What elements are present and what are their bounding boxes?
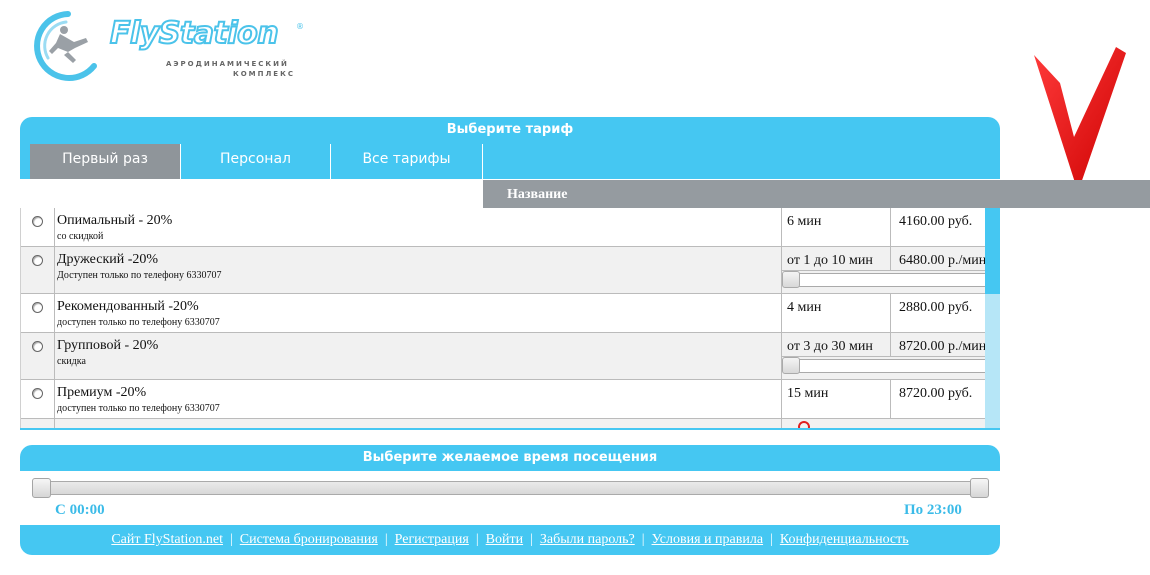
brand-subtitle-line2: КОМПЛЕКС: [233, 70, 295, 78]
tab-all-tariffs[interactable]: Все тарифы: [331, 144, 483, 179]
time-range-slider[interactable]: [35, 481, 985, 495]
tariff-name-cell: Групповой - 20% скидка: [54, 333, 782, 379]
tariff-list[interactable]: Опимальный - 20% со скидкой 6 мин 4160.0…: [20, 208, 1000, 429]
footer-link-terms[interactable]: Условия и правила: [652, 532, 763, 547]
tariff-row[interactable]: Опимальный - 20% со скидкой 6 мин 4160.0…: [21, 208, 986, 247]
tariff-duration: 4 мин: [782, 294, 891, 333]
tariff-price: 2880.00 руб.: [899, 300, 973, 315]
duration-slider-handle[interactable]: [782, 357, 800, 374]
tariff-radio[interactable]: [32, 388, 43, 399]
tariff-name: Рекомендованный -20%: [57, 299, 199, 314]
tariff-name-cell: Дружеский -20% Доступен только по телефо…: [54, 247, 782, 293]
brand-name: FlyStation: [109, 15, 280, 52]
duration-slider[interactable]: [782, 271, 986, 288]
footer-separator: |: [641, 532, 645, 547]
footer-link-forgot-password[interactable]: Забыли пароль?: [540, 532, 635, 547]
footer-separator: |: [770, 532, 773, 547]
tariff-radio[interactable]: [32, 302, 43, 313]
time-panel-title: Выберите желаемое время посещения: [20, 445, 1000, 471]
time-range-start-handle[interactable]: [32, 478, 51, 498]
tariff-list-bottom-border: [20, 428, 1000, 430]
tariff-duration: от 3 до 30 мин: [782, 333, 891, 357]
tariff-radio[interactable]: [32, 216, 43, 227]
tariff-note: Доступен только по телефону 6330707: [57, 270, 222, 281]
tariff-price: 6480.00 р./мин: [891, 247, 986, 271]
skydiver-emblem-icon: [34, 11, 97, 81]
tariff-duration: 6 мин: [782, 208, 891, 247]
tariff-price: 8720.00 р./мин: [891, 333, 986, 357]
footer-separator: |: [229, 532, 233, 547]
tariff-row[interactable]: Дружеский -20% Доступен только по телефо…: [21, 247, 986, 294]
tab-first-time[interactable]: Первый раз: [30, 144, 181, 179]
tariff-tabs: Первый раз Персонал Все тарифы: [20, 143, 1000, 179]
tariff-radio[interactable]: [32, 341, 43, 352]
footer-link-registration[interactable]: Регистрация: [395, 532, 469, 547]
tariff-note: со скидкой: [57, 231, 104, 242]
tariff-list-scroll-thumb[interactable]: [985, 208, 1000, 294]
footer-links: Сайт FlyStation.net | Система бронирования…: [20, 525, 1000, 555]
tariff-name: Дружеский -20%: [57, 252, 159, 267]
tariff-name-cell: Опимальный - 20% со скидкой: [54, 208, 782, 246]
tariff-note: доступен только по телефону 6330707: [57, 403, 220, 414]
tariff-name-cell: Рекомендованный -20% доступен только по …: [54, 294, 782, 332]
tariff-price: 4160.00 руб.: [899, 214, 973, 229]
red-check-arrow-icon: [1034, 47, 1126, 192]
footer-link-site[interactable]: Сайт FlyStation.net: [111, 532, 223, 547]
tab-staff[interactable]: Персонал: [181, 144, 331, 179]
time-range-end-handle[interactable]: [970, 478, 989, 498]
tariff-row[interactable]: Премиум -20% доступен только по телефону…: [21, 380, 986, 419]
tariff-panel-title: Выберите тариф: [20, 117, 1000, 143]
tariff-note: скидка: [57, 356, 86, 367]
tariff-name-cell: Премиум -20% доступен только по телефону…: [54, 380, 782, 418]
footer-link-login[interactable]: Войти: [486, 532, 523, 547]
tariff-row[interactable]: Рекомендованный -20% доступен только по …: [21, 294, 986, 333]
flystation-logo[interactable]: FlyStation ® АЭРОДИНАМИЧЕСКИЙ КОМПЛЕКС: [28, 8, 318, 82]
duration-slider-handle[interactable]: [782, 271, 800, 288]
tariff-duration: от 1 до 10 мин: [782, 247, 891, 271]
time-to-label: По 23:00: [904, 502, 962, 518]
tariff-note: доступен только по телефону 6330707: [57, 317, 220, 328]
footer-separator: |: [475, 532, 479, 547]
tariff-row[interactable]: Групповой - 20% скидка от 3 до 30 мин 87…: [21, 333, 986, 380]
tariff-price: 8720.00 руб.: [899, 386, 973, 401]
tariff-radio[interactable]: [32, 255, 43, 266]
tariff-duration: 15 мин: [782, 380, 891, 419]
tariff-name: Премиум -20%: [57, 385, 147, 400]
duration-slider[interactable]: [782, 357, 986, 374]
registered-mark: ®: [296, 22, 304, 31]
footer-link-privacy[interactable]: Конфиденциальность: [780, 532, 909, 547]
footer-separator: |: [384, 532, 388, 547]
footer-separator: |: [530, 532, 533, 547]
footer-link-booking-system[interactable]: Система бронирования: [240, 532, 378, 547]
tariff-name: Групповой - 20%: [57, 338, 159, 353]
brand-subtitle-line1: АЭРОДИНАМИЧЕСКИЙ: [166, 60, 289, 68]
tariff-name: Опимальный - 20%: [57, 213, 173, 228]
column-header-name: Название: [483, 180, 1150, 208]
time-from-label: С 00:00: [55, 502, 105, 518]
